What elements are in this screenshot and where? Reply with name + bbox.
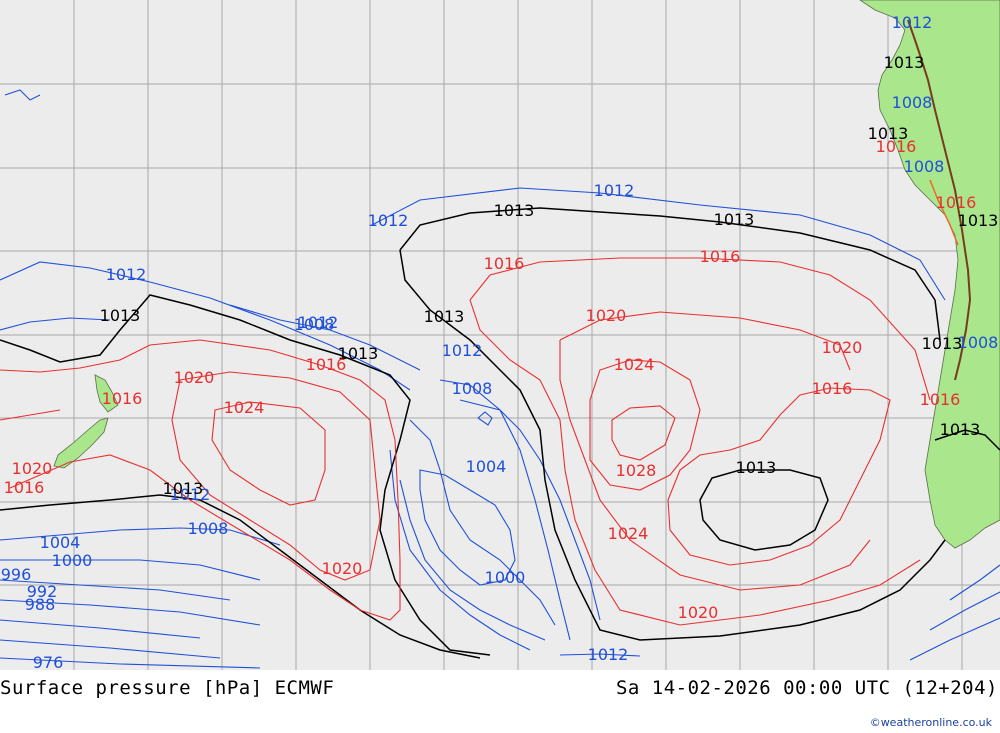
map-canvas: 60E170E180170W160W150W140W130W120W110W10… bbox=[0, 0, 1000, 670]
isobar-label-1024: 1024 bbox=[608, 524, 649, 543]
isobar-label-1013: 1013 bbox=[714, 210, 755, 229]
isobar-label-1020: 1020 bbox=[822, 338, 863, 357]
isobar-label-1013: 1013 bbox=[100, 306, 141, 325]
isobar-label-1016: 1016 bbox=[306, 355, 347, 374]
isobar-label-1016: 1016 bbox=[812, 379, 853, 398]
isobar-label-1008: 1008 bbox=[904, 157, 945, 176]
isobar-label-1016: 1016 bbox=[4, 478, 45, 497]
pressure-map: 60E170E180170W160W150W140W130W120W110W10… bbox=[0, 0, 1000, 670]
isobar-label-1012: 1012 bbox=[588, 645, 629, 664]
isobar-label-1008: 1008 bbox=[892, 93, 933, 112]
isobar-label-1013: 1013 bbox=[494, 201, 535, 220]
isobar-label-1020: 1020 bbox=[586, 306, 627, 325]
isobar-label-1020: 1020 bbox=[322, 559, 363, 578]
isobar-label-1016: 1016 bbox=[936, 193, 977, 212]
isobar-label-1013: 1013 bbox=[958, 211, 999, 230]
isobar-label-1000: 1000 bbox=[485, 568, 526, 587]
isobar-label-1004: 1004 bbox=[466, 457, 507, 476]
isobar-label-1020: 1020 bbox=[174, 368, 215, 387]
isobar-label-1013: 1013 bbox=[922, 334, 963, 353]
isobar-label-1012: 1012 bbox=[442, 341, 483, 360]
isobar-label-1013: 1013 bbox=[736, 458, 777, 477]
isobar-label-1012: 1012 bbox=[106, 265, 147, 284]
isobar-label-1013: 1013 bbox=[163, 479, 204, 498]
isobar-label-1000: 1000 bbox=[52, 551, 93, 570]
isobar-label-1008: 1008 bbox=[294, 315, 335, 334]
isobar-label-1013: 1013 bbox=[940, 420, 981, 439]
isobar-label-988: 988 bbox=[25, 595, 56, 614]
forecast-timestamp: Sa 14-02-2026 00:00 UTC (12+204) bbox=[615, 677, 998, 699]
isobar-label-1008: 1008 bbox=[958, 333, 999, 352]
isobar-label-1016: 1016 bbox=[876, 137, 917, 156]
isobar-label-1020: 1020 bbox=[12, 459, 53, 478]
isobar-label-1013: 1013 bbox=[884, 53, 925, 72]
isobar-label-1012: 1012 bbox=[368, 211, 409, 230]
isobar-label-1016: 1016 bbox=[920, 390, 961, 409]
map-title: Surface pressure [hPa] ECMWF bbox=[0, 677, 335, 699]
isobar-label-1016: 1016 bbox=[484, 254, 525, 273]
isobar-label-1028: 1028 bbox=[616, 461, 657, 480]
isobar-label-1008: 1008 bbox=[452, 379, 493, 398]
isobar-label-1024: 1024 bbox=[224, 398, 265, 417]
isobar-label-1013: 1013 bbox=[424, 307, 465, 326]
isobar-label-1012: 1012 bbox=[892, 13, 933, 32]
isobar-label-1016: 1016 bbox=[700, 247, 741, 266]
isobar-label-1016: 1016 bbox=[102, 389, 143, 408]
isobar-label-1012: 1012 bbox=[594, 181, 635, 200]
isobar-label-1024: 1024 bbox=[614, 355, 655, 374]
isobar-label-1004: 1004 bbox=[40, 533, 81, 552]
isobar-label-1020: 1020 bbox=[678, 603, 719, 622]
source-credit-link[interactable]: ©weatheronline.co.uk bbox=[870, 716, 992, 729]
isobar-label-1008: 1008 bbox=[188, 519, 229, 538]
isobar-label-976: 976 bbox=[33, 653, 64, 670]
